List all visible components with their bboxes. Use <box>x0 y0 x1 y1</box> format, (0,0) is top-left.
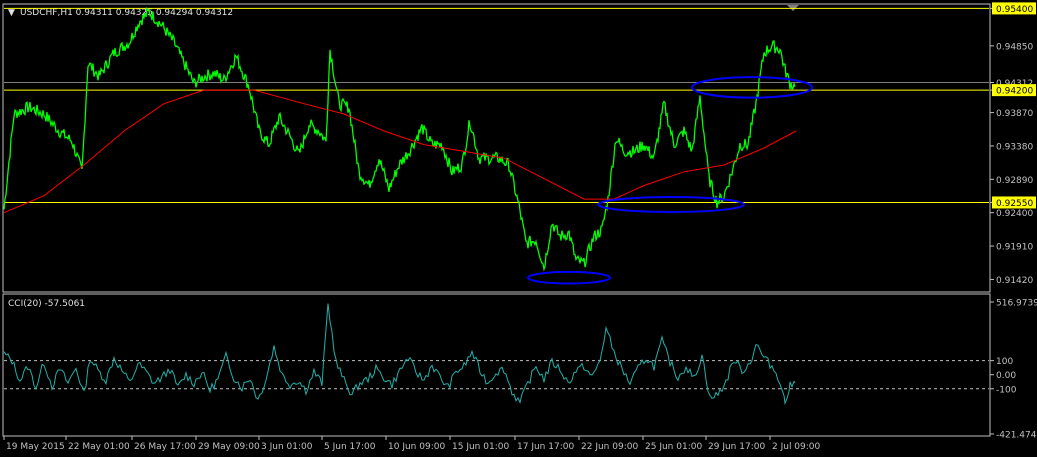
price-tick-label: 0.91910 <box>996 243 1033 253</box>
price-tick-label: 0.92890 <box>996 176 1033 186</box>
time-tick-label: 29 Jun 17:00 <box>708 442 765 452</box>
cci-tick-label: -100 <box>996 385 1017 395</box>
price-tick-label: 0.94850 <box>996 42 1033 52</box>
time-tick-label: 19 May 2015 <box>6 442 65 452</box>
price-tick-label: 0.93870 <box>996 109 1033 119</box>
time-tick-label: 5 Jun 17:00 <box>324 442 376 452</box>
price-tick-label: 0.92550 <box>996 199 1033 209</box>
price-tick-label: 0.92400 <box>996 209 1033 219</box>
time-tick-label: 3 Jun 01:00 <box>261 442 313 452</box>
time-tick-label: 15 Jun 01:00 <box>452 442 509 452</box>
time-tick-label: 26 May 17:00 <box>134 442 196 452</box>
cci-tick-label: 516.9739 <box>996 299 1037 309</box>
price-tick-label: 0.91420 <box>996 276 1033 286</box>
time-tick-label: 25 Jun 01:00 <box>645 442 702 452</box>
time-tick-label: 22 Jun 09:00 <box>581 442 638 452</box>
price-tick-label: 0.93380 <box>996 142 1033 152</box>
cci-title: CCI(20) -57.5061 <box>8 299 85 309</box>
price-axis: 0.954000.948500.943120.942000.938700.933… <box>990 2 1036 286</box>
time-tick-label: 22 May 01:00 <box>68 442 130 452</box>
cci-tick-label: 100 <box>996 357 1013 367</box>
chart-header-title: USDCHF,H1 0.94311 0.94325 0.94294 0.9431… <box>20 8 233 18</box>
cci-tick-label: 0.00 <box>996 371 1016 381</box>
time-tick-label: 17 Jun 17:00 <box>517 442 574 452</box>
price-tick-label: 0.94200 <box>996 87 1033 97</box>
cci-tick-label: -421.4741 <box>996 431 1037 441</box>
time-tick-label: 10 Jun 09:00 <box>388 442 445 452</box>
price-tick-label: 0.95400 <box>996 5 1033 15</box>
mt4-chart-window[interactable]: ▼ USDCHF,H1 0.94311 0.94325 0.94294 0.94… <box>0 0 1037 457</box>
time-tick-label: 29 May 09:00 <box>198 442 260 452</box>
time-tick-label: 2 Jul 09:00 <box>772 442 821 452</box>
menu-triangle-icon[interactable]: ▼ <box>8 8 15 18</box>
